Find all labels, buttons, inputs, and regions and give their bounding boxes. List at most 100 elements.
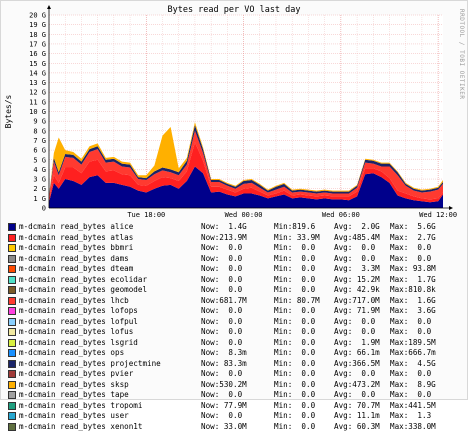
legend-avg: Avg: 11.1m	[334, 411, 380, 422]
legend-swatch	[8, 223, 16, 231]
legend-max: Max: 93.8M	[390, 264, 436, 275]
legend-max: Max: 0.0	[390, 369, 431, 380]
y-tick-label: 8 G	[33, 127, 46, 135]
x-tick-label: Tue 18:00	[127, 211, 165, 219]
legend-min: Min: 0.0	[274, 390, 315, 401]
legend-max: Max: 1.3	[390, 411, 431, 422]
legend-max: Max: 8.9G	[390, 380, 436, 391]
y-tick-label: 17 G	[29, 40, 46, 48]
legend-max: Max:441.5M	[390, 401, 436, 412]
legend-row-pvier: m-dcmain read_bytes pvierNow: 0.0Min: 0.…	[8, 369, 468, 380]
legend-series-name: m-dcmain read_bytes alice	[19, 222, 133, 233]
legend-swatch	[8, 381, 16, 389]
legend-min: Min: 0.0	[274, 338, 315, 349]
legend-row-ops: m-dcmain read_bytes opsNow: 8.3mMin: 0.0…	[8, 348, 468, 359]
legend-series-name: m-dcmain read_bytes bbmri	[19, 243, 133, 254]
legend-now: Now: 83.3m	[201, 359, 247, 370]
legend-min: Min: 0.0	[274, 348, 315, 359]
legend-avg: Avg: 66.1m	[334, 348, 380, 359]
legend-max: Max: 1.6G	[390, 296, 436, 307]
legend-now: Now: 0.0	[201, 275, 242, 286]
legend-series-name: m-dcmain read_bytes atlas	[19, 233, 133, 244]
legend-row-lsgrid: m-dcmain read_bytes lsgridNow: 0.0Min: 0…	[8, 338, 468, 349]
legend-max: Max: 3.6G	[390, 306, 436, 317]
y-tick-label: 12 G	[29, 89, 46, 97]
y-axis-label: Bytes/s	[4, 94, 13, 128]
chart-legend: m-dcmain read_bytes aliceNow: 1.4GMin:81…	[8, 222, 468, 432]
legend-min: Min: 0.0	[274, 369, 315, 380]
legend-swatch	[8, 328, 16, 336]
legend-row-xenon1t: m-dcmain read_bytes xenon1t Now: 33.0M Min…	[8, 422, 468, 432]
legend-avg: Avg: 71.9M	[334, 306, 380, 317]
legend-row-alice: m-dcmain read_bytes aliceNow: 1.4GMin:81…	[8, 222, 468, 233]
legend-row-lofus: m-dcmain read_bytes lofus Now: 0.0 Min: 0.…	[8, 327, 468, 338]
legend-avg: Avg: 0.0	[334, 327, 375, 338]
legend-row-ecolidar: m-dcmain read_bytes ecolidarNow: 0.0Min:…	[8, 275, 468, 286]
legend-swatch	[8, 297, 16, 305]
legend-max: Max: 4.5G	[390, 359, 436, 370]
legend-row-lhcb: m-dcmain read_bytes lhcbNow:681.7MMin: 8…	[8, 296, 468, 307]
y-axis-arrow	[47, 5, 51, 9]
legend-series-name: m-dcmain read_bytes user	[19, 411, 129, 422]
legend-series-name: m-dcmain read_bytes xenon1t	[19, 422, 142, 432]
legend-min: Min: 0.0	[274, 327, 315, 338]
bytes-read-chart: 01 G2 G3 G4 G5 G6 G7 G8 G9 G10 G11 G12 G…	[1, 1, 467, 221]
legend-max: Max: 5.6G	[390, 222, 436, 233]
legend-row-dams: m-dcmain read_bytes damsNow: 0.0Min: 0.0…	[8, 254, 468, 265]
legend-min: Min: 0.0	[274, 359, 315, 370]
legend-series-name: m-dcmain read_bytes geomodel	[19, 285, 147, 296]
y-tick-label: 13 G	[29, 79, 46, 87]
graph-panel: 01 G2 G3 G4 G5 G6 G7 G8 G9 G10 G11 G12 G…	[0, 0, 468, 400]
legend-now: Now:530.2M	[201, 380, 247, 391]
legend-now: Now: 0.0	[201, 306, 242, 317]
legend-now: Now: 0.0	[201, 327, 242, 338]
rrdtool-credit: RRDTOOL / TOBI OETIKER	[458, 9, 465, 99]
legend-row-tropomi: m-dcmain read_bytes tropomiNow: 77.9MMin…	[8, 401, 468, 412]
legend-swatch	[8, 265, 16, 273]
legend-avg: Avg:717.0M	[334, 296, 380, 307]
legend-series-name: m-dcmain read_bytes lhcb	[19, 296, 129, 307]
x-axis-arrow	[449, 206, 453, 210]
legend-row-lofops: m-dcmain read_bytes lofopsNow: 0.0Min: 0…	[8, 306, 468, 317]
y-tick-label: 9 G	[33, 118, 46, 126]
legend-series-name: m-dcmain read_bytes lofops	[19, 306, 138, 317]
legend-swatch	[8, 276, 16, 284]
y-tick-label: 16 G	[29, 50, 46, 58]
legend-max: Max: 0.0	[390, 254, 431, 265]
legend-avg: Avg: 0.0	[334, 317, 375, 328]
legend-row-dteam: m-dcmain read_bytes dteamNow: 0.0Min: 0.…	[8, 264, 468, 275]
legend-max: Max: 0.0	[390, 243, 431, 254]
legend-now: Now: 0.0	[201, 411, 242, 422]
legend-avg: Avg: 70.7M	[334, 401, 380, 412]
legend-series-name: m-dcmain read_bytes pvier	[19, 369, 133, 380]
legend-min: Min: 80.7M	[274, 296, 320, 307]
legend-avg: Avg: 42.9k	[334, 285, 380, 296]
legend-row-user: m-dcmain read_bytes user Now: 0.0 Min: 0.0…	[8, 411, 468, 422]
legend-min: Min: 0.0	[274, 411, 315, 422]
legend-min: Min: 0.0	[274, 422, 315, 432]
y-tick-label: 7 G	[33, 137, 46, 145]
legend-min: Min:819.6	[274, 222, 315, 233]
legend-now: Now: 0.0	[201, 264, 242, 275]
legend-row-bbmri: m-dcmain read_bytes bbmriNow: 0.0Min: 0.…	[8, 243, 468, 254]
legend-series-name: m-dcmain read_bytes lofus	[19, 327, 133, 338]
legend-min: Min: 0.0	[274, 275, 315, 286]
legend-swatch	[8, 402, 16, 410]
legend-row-lofpul: m-dcmain read_bytes lofpulNow: 0.0Min: 0…	[8, 317, 468, 328]
legend-avg: Avg: 1.9M	[334, 338, 380, 349]
legend-series-name: m-dcmain read_bytes sksp	[19, 380, 129, 391]
legend-min: Min: 0.0	[274, 243, 315, 254]
legend-series-name: m-dcmain read_bytes projectmine	[19, 359, 161, 370]
y-tick-label: 5 G	[33, 156, 46, 164]
y-tick-label: 20 G	[29, 12, 46, 20]
y-tick-label: 2 G	[33, 185, 46, 193]
legend-swatch	[8, 360, 16, 368]
legend-series-name: m-dcmain read_bytes ops	[19, 348, 124, 359]
legend-now: Now: 0.0	[201, 338, 242, 349]
legend-min: Min: 0.0	[274, 317, 315, 328]
y-tick-label: 3 G	[33, 176, 46, 184]
legend-avg: Avg: 0.0	[334, 254, 375, 265]
legend-min: Min: 0.0	[274, 285, 315, 296]
legend-now: Now: 33.0M	[201, 422, 247, 432]
legend-avg: Avg: 0.0	[334, 243, 375, 254]
